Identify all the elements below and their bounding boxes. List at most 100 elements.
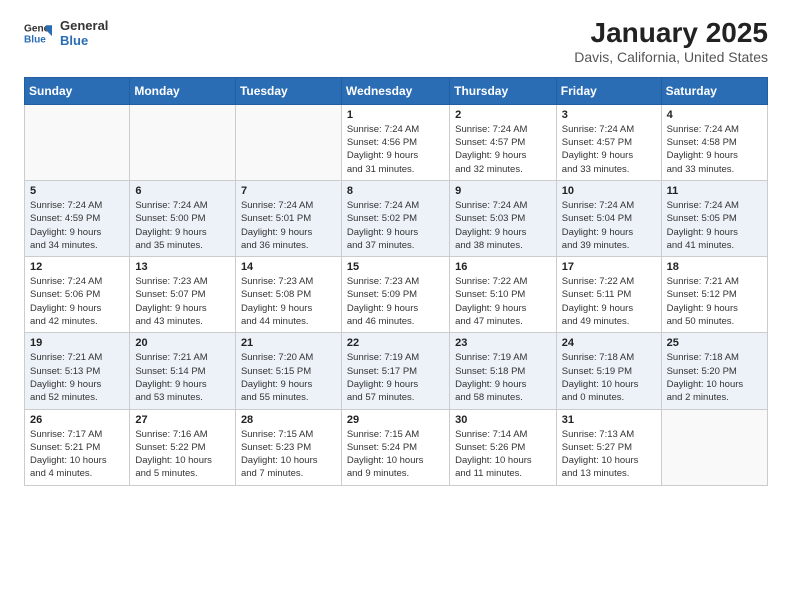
day-number: 12 (30, 261, 124, 273)
day-number: 16 (455, 261, 551, 273)
day-info: Sunrise: 7:24 AM Sunset: 4:57 PM Dayligh… (562, 123, 656, 176)
day-info: Sunrise: 7:24 AM Sunset: 4:56 PM Dayligh… (347, 123, 444, 176)
day-info: Sunrise: 7:21 AM Sunset: 5:14 PM Dayligh… (135, 351, 230, 404)
day-info: Sunrise: 7:23 AM Sunset: 5:09 PM Dayligh… (347, 275, 444, 328)
day-info: Sunrise: 7:19 AM Sunset: 5:17 PM Dayligh… (347, 351, 444, 404)
calendar-cell: 6 Sunrise: 7:24 AM Sunset: 5:00 PM Daylig… (130, 180, 236, 256)
day-number: 27 (135, 414, 230, 426)
day-info: Sunrise: 7:24 AM Sunset: 5:00 PM Dayligh… (135, 199, 230, 252)
day-number: 4 (667, 109, 762, 121)
calendar-header-saturday: Saturday (661, 77, 767, 104)
day-number: 26 (30, 414, 124, 426)
calendar-cell: 1Sunrise: 7:24 AM Sunset: 4:56 PM Daylig… (341, 104, 449, 180)
day-number: 9 (455, 185, 551, 197)
day-info: Sunrise: 7:24 AM Sunset: 5:05 PM Dayligh… (667, 199, 762, 252)
day-info: Sunrise: 7:23 AM Sunset: 5:08 PM Dayligh… (241, 275, 336, 328)
calendar-header-thursday: Thursday (450, 77, 557, 104)
day-info: Sunrise: 7:24 AM Sunset: 5:01 PM Dayligh… (241, 199, 336, 252)
day-info: Sunrise: 7:21 AM Sunset: 5:12 PM Dayligh… (667, 275, 762, 328)
calendar-cell: 9 Sunrise: 7:24 AM Sunset: 5:03 PM Daylig… (450, 180, 557, 256)
day-number: 14 (241, 261, 336, 273)
calendar-cell (235, 104, 341, 180)
calendar-cell: 7 Sunrise: 7:24 AM Sunset: 5:01 PM Daylig… (235, 180, 341, 256)
day-number: 24 (562, 337, 656, 349)
day-info: Sunrise: 7:24 AM Sunset: 5:06 PM Dayligh… (30, 275, 124, 328)
day-number: 29 (347, 414, 444, 426)
day-info: Sunrise: 7:24 AM Sunset: 4:59 PM Dayligh… (30, 199, 124, 252)
day-info: Sunrise: 7:24 AM Sunset: 5:03 PM Dayligh… (455, 199, 551, 252)
page-subtitle: Davis, California, United States (574, 49, 768, 65)
day-info: Sunrise: 7:15 AM Sunset: 5:23 PM Dayligh… (241, 428, 336, 481)
calendar-week-4: 19 Sunrise: 7:21 AM Sunset: 5:13 PM Dayli… (25, 333, 768, 409)
day-number: 5 (30, 185, 124, 197)
calendar-cell (25, 104, 130, 180)
calendar-cell: 25 Sunrise: 7:18 AM Sunset: 5:20 PM Dayli… (661, 333, 767, 409)
day-info: Sunrise: 7:17 AM Sunset: 5:21 PM Dayligh… (30, 428, 124, 481)
day-number: 19 (30, 337, 124, 349)
calendar-cell: 14 Sunrise: 7:23 AM Sunset: 5:08 PM Dayli… (235, 257, 341, 333)
day-number: 2 (455, 109, 551, 121)
day-number: 18 (667, 261, 762, 273)
day-info: Sunrise: 7:18 AM Sunset: 5:20 PM Dayligh… (667, 351, 762, 404)
calendar-header-row: SundayMondayTuesdayWednesdayThursdayFrid… (25, 77, 768, 104)
calendar-cell: 20 Sunrise: 7:21 AM Sunset: 5:14 PM Dayli… (130, 333, 236, 409)
logo-icon: General Blue (24, 19, 52, 47)
calendar-cell: 31 Sunrise: 7:13 AM Sunset: 5:27 PM Dayli… (556, 409, 661, 485)
calendar-cell: 28 Sunrise: 7:15 AM Sunset: 5:23 PM Dayli… (235, 409, 341, 485)
calendar-header-friday: Friday (556, 77, 661, 104)
title-block: January 2025 Davis, California, United S… (574, 18, 768, 65)
calendar-cell: 30Sunrise: 7:14 AM Sunset: 5:26 PM Dayli… (450, 409, 557, 485)
day-number: 25 (667, 337, 762, 349)
calendar-cell (130, 104, 236, 180)
day-number: 28 (241, 414, 336, 426)
calendar-week-2: 5 Sunrise: 7:24 AM Sunset: 4:59 PM Daylig… (25, 180, 768, 256)
day-number: 31 (562, 414, 656, 426)
day-number: 8 (347, 185, 444, 197)
page-title: January 2025 (574, 18, 768, 49)
day-number: 23 (455, 337, 551, 349)
calendar-header-monday: Monday (130, 77, 236, 104)
day-number: 3 (562, 109, 656, 121)
day-info: Sunrise: 7:24 AM Sunset: 5:04 PM Dayligh… (562, 199, 656, 252)
logo-general-text: General (60, 18, 108, 33)
calendar-cell: 8Sunrise: 7:24 AM Sunset: 5:02 PM Daylig… (341, 180, 449, 256)
calendar-cell: 27 Sunrise: 7:16 AM Sunset: 5:22 PM Dayli… (130, 409, 236, 485)
logo-blue-text: Blue (60, 33, 108, 48)
calendar-cell: 19 Sunrise: 7:21 AM Sunset: 5:13 PM Dayli… (25, 333, 130, 409)
day-number: 6 (135, 185, 230, 197)
day-info: Sunrise: 7:24 AM Sunset: 4:58 PM Dayligh… (667, 123, 762, 176)
day-number: 13 (135, 261, 230, 273)
day-number: 10 (562, 185, 656, 197)
day-number: 11 (667, 185, 762, 197)
calendar-week-3: 12 Sunrise: 7:24 AM Sunset: 5:06 PM Dayli… (25, 257, 768, 333)
calendar-cell: 5 Sunrise: 7:24 AM Sunset: 4:59 PM Daylig… (25, 180, 130, 256)
calendar-cell: 2Sunrise: 7:24 AM Sunset: 4:57 PM Daylig… (450, 104, 557, 180)
day-info: Sunrise: 7:19 AM Sunset: 5:18 PM Dayligh… (455, 351, 551, 404)
calendar-cell: 26 Sunrise: 7:17 AM Sunset: 5:21 PM Dayli… (25, 409, 130, 485)
calendar-cell: 3 Sunrise: 7:24 AM Sunset: 4:57 PM Daylig… (556, 104, 661, 180)
day-info: Sunrise: 7:21 AM Sunset: 5:13 PM Dayligh… (30, 351, 124, 404)
calendar-week-1: 1Sunrise: 7:24 AM Sunset: 4:56 PM Daylig… (25, 104, 768, 180)
calendar-cell: 21Sunrise: 7:20 AM Sunset: 5:15 PM Dayli… (235, 333, 341, 409)
calendar-header-wednesday: Wednesday (341, 77, 449, 104)
page: General Blue General Blue January 2025 D… (0, 0, 792, 612)
calendar-cell: 23 Sunrise: 7:19 AM Sunset: 5:18 PM Dayli… (450, 333, 557, 409)
day-info: Sunrise: 7:13 AM Sunset: 5:27 PM Dayligh… (562, 428, 656, 481)
calendar-cell: 29Sunrise: 7:15 AM Sunset: 5:24 PM Dayli… (341, 409, 449, 485)
header: General Blue General Blue January 2025 D… (24, 18, 768, 65)
calendar-cell: 4 Sunrise: 7:24 AM Sunset: 4:58 PM Daylig… (661, 104, 767, 180)
day-info: Sunrise: 7:20 AM Sunset: 5:15 PM Dayligh… (241, 351, 336, 404)
calendar-cell: 12 Sunrise: 7:24 AM Sunset: 5:06 PM Dayli… (25, 257, 130, 333)
calendar-header-sunday: Sunday (25, 77, 130, 104)
calendar-cell (661, 409, 767, 485)
day-number: 20 (135, 337, 230, 349)
day-number: 7 (241, 185, 336, 197)
calendar-cell: 16 Sunrise: 7:22 AM Sunset: 5:10 PM Dayli… (450, 257, 557, 333)
calendar-cell: 17Sunrise: 7:22 AM Sunset: 5:11 PM Dayli… (556, 257, 661, 333)
day-number: 15 (347, 261, 444, 273)
day-info: Sunrise: 7:22 AM Sunset: 5:10 PM Dayligh… (455, 275, 551, 328)
calendar-cell: 24Sunrise: 7:18 AM Sunset: 5:19 PM Dayli… (556, 333, 661, 409)
calendar-cell: 22Sunrise: 7:19 AM Sunset: 5:17 PM Dayli… (341, 333, 449, 409)
calendar-cell: 13Sunrise: 7:23 AM Sunset: 5:07 PM Dayli… (130, 257, 236, 333)
day-info: Sunrise: 7:16 AM Sunset: 5:22 PM Dayligh… (135, 428, 230, 481)
